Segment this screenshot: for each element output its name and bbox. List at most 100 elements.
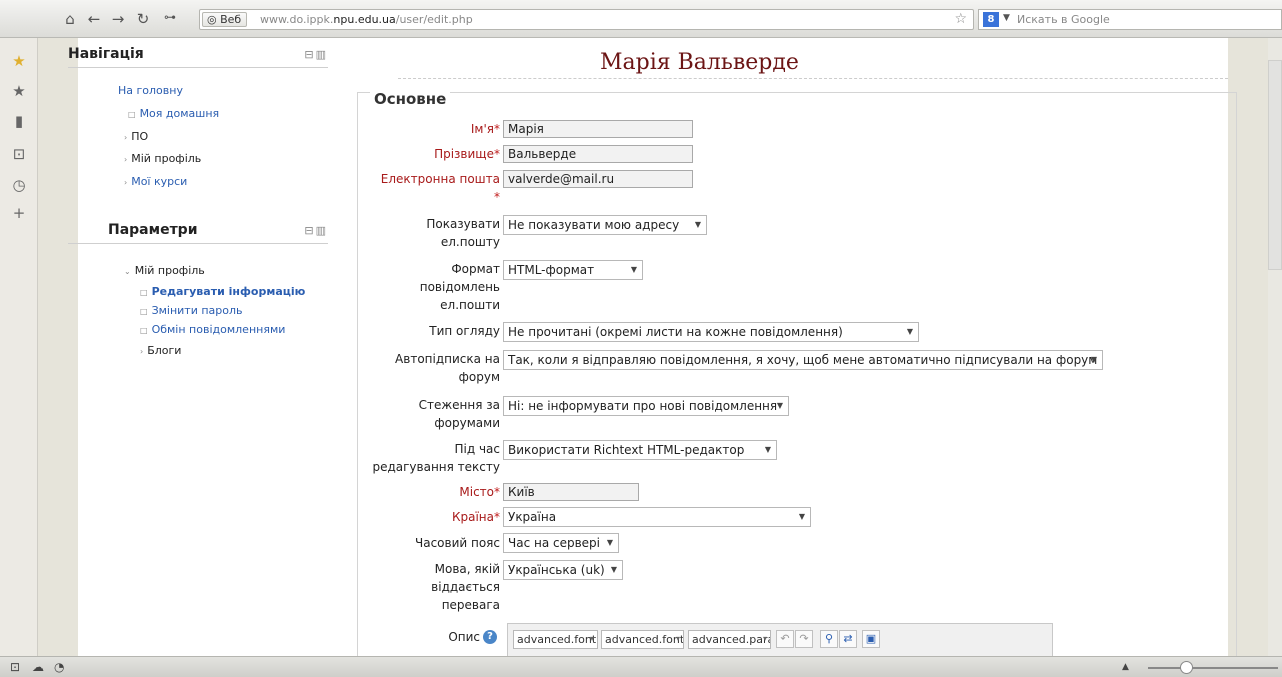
country-select[interactable]: Україна ▼ [503, 507, 811, 527]
chevron-down-icon: ▼ [630, 265, 637, 274]
add-icon[interactable]: + [10, 204, 28, 222]
chevron-down-icon[interactable]: ▼ [1003, 13, 1010, 23]
chevron-right-icon: › [124, 133, 128, 142]
block-controls-icon[interactable]: ⊟▥ [304, 224, 328, 237]
url-text[interactable]: www.do.ippk.npu.edu.ua/user/edit.php [260, 13, 473, 26]
mailformat-label: Формат повідомлень ел.пошти [419, 262, 500, 312]
country-label: Країна* [451, 510, 500, 524]
panel-icon[interactable]: ⊡ [10, 660, 20, 674]
chevron-down-icon: ▼ [610, 565, 617, 574]
settings-block-header: Параметри ⊟▥ [68, 218, 328, 244]
htmleditor-select[interactable]: Використати Richtext HTML-редактор ▼ [503, 440, 777, 460]
help-icon[interactable]: ? [483, 630, 497, 644]
chevron-down-icon: ▼ [906, 327, 913, 336]
search-box[interactable]: 8 ▼ Искать в Google [978, 9, 1282, 30]
description-label: Опис [448, 630, 480, 644]
browser-sidebar: ★ ★ ▮ ⊡ ◷ + [0, 38, 38, 656]
email-input[interactable] [503, 170, 693, 188]
nav-item-my-courses[interactable]: › Мої курси [124, 175, 187, 188]
square-bullet-icon: □ [128, 110, 136, 119]
autosubscribe-label: Автопідписка на форум [395, 352, 500, 384]
mailformat-select[interactable]: HTML-формат ▼ [503, 260, 643, 280]
fullscreen-icon[interactable]: ▣ [862, 630, 880, 648]
maildisplay-select[interactable]: Не показувати мою адресу ▼ [503, 215, 707, 235]
search-engine-icon[interactable]: 8 [983, 12, 999, 27]
required-icon: * [494, 122, 500, 136]
trackforums-select[interactable]: Ні: не інформувати про нові повідомлення… [503, 396, 789, 416]
address-bar[interactable]: ◎ Веб www.do.ippk.npu.edu.ua/user/edit.p… [199, 9, 974, 30]
notes-icon[interactable]: ▮ [10, 112, 28, 130]
page-title: Марія Вальверде [600, 50, 799, 75]
settings-blogs[interactable]: › Блоги [140, 344, 181, 357]
lastname-label: Прізвище* [434, 147, 500, 161]
zoom-out-icon[interactable]: ▲ [1122, 662, 1129, 672]
bookmarks-icon[interactable]: ★ [10, 82, 28, 100]
timezone-select[interactable]: Час на сервері ▼ [503, 533, 619, 553]
forward-icon[interactable]: → [108, 10, 128, 28]
chevron-down-icon: ▾ [762, 634, 767, 643]
chevron-down-icon: ▼ [694, 220, 701, 229]
chevron-down-icon: ▼ [1090, 355, 1097, 364]
scrollbar-thumb[interactable] [1268, 60, 1282, 270]
replace-icon[interactable]: ⇄ [839, 630, 857, 648]
settings-messaging[interactable]: □ Обмін повідомленнями [140, 323, 285, 336]
reload-icon[interactable]: ↻ [133, 10, 153, 28]
cloud-icon[interactable]: ☁ [32, 660, 44, 674]
lastname-input[interactable] [503, 145, 693, 163]
web-tag[interactable]: ◎ Веб [202, 12, 248, 27]
font-size-select[interactable]: advanced.font ▾ [601, 630, 684, 649]
chevron-down-icon: ▼ [776, 401, 783, 410]
chevron-down-icon: ▼ [798, 512, 805, 521]
nav-home-link[interactable]: На головну [118, 84, 183, 97]
history-icon[interactable]: ◷ [10, 176, 28, 194]
city-input[interactable] [503, 483, 639, 501]
back-icon[interactable]: ← [84, 10, 104, 28]
key-icon[interactable]: ⊶ [160, 10, 180, 24]
fieldset-legend[interactable]: Основне [370, 90, 451, 108]
timezone-label: Часовий пояс [414, 536, 500, 550]
settings-title: Параметри [108, 222, 198, 238]
settings-change-password[interactable]: □ Змінити пароль [140, 304, 243, 317]
navigation-block-header: Навігація ⊟▥ [68, 42, 328, 68]
htmleditor-label: Під час редагування тексту [372, 442, 500, 474]
maildigest-select[interactable]: Не прочитані (окремі листи на кожне пові… [503, 322, 919, 342]
required-icon: * [494, 147, 500, 161]
nav-item-my-home[interactable]: □ Моя домашня [128, 107, 219, 120]
nav-item-my-profile[interactable]: › Мій профіль [124, 152, 201, 165]
downloads-icon[interactable]: ⊡ [10, 145, 28, 163]
chevron-down-icon: ⌄ [124, 267, 131, 276]
settings-my-profile[interactable]: ⌄ Мій профіль [124, 264, 205, 277]
block-controls-icon[interactable]: ⊟▥ [304, 48, 328, 61]
zoom-slider-knob[interactable] [1180, 661, 1193, 674]
lang-select[interactable]: Українська (uk) ▼ [503, 560, 623, 580]
find-icon[interactable]: ⚲ [820, 630, 838, 648]
title-divider [398, 78, 1228, 79]
settings-edit-profile[interactable]: □ Редагувати інформацію [140, 285, 305, 298]
font-family-select[interactable]: advanced.font ▾ [513, 630, 598, 649]
firstname-input[interactable] [503, 120, 693, 138]
maildigest-label: Тип огляду [429, 324, 500, 338]
zoom-slider-track[interactable] [1148, 667, 1278, 669]
speed-icon[interactable]: ◔ [54, 660, 64, 674]
chevron-right-icon: › [140, 347, 144, 356]
undo-icon[interactable]: ↶ [776, 630, 794, 648]
bookmark-star-icon[interactable]: ☆ [954, 11, 967, 27]
firstname-label: Ім'я* [470, 122, 500, 136]
paragraph-select[interactable]: advanced.para ▾ [688, 630, 771, 649]
home-icon[interactable]: ⌂ [60, 10, 80, 28]
chevron-right-icon: › [124, 155, 128, 164]
chevron-down-icon: ▼ [606, 538, 613, 547]
maildisplay-label: Показувати ел.пошту [426, 217, 500, 249]
nav-item-po[interactable]: › ПО [124, 130, 148, 143]
trackforums-label: Стеження за форумами [418, 398, 500, 430]
square-bullet-icon: □ [140, 288, 148, 297]
lang-label: Мова, якій віддається перевага [431, 562, 500, 612]
redo-icon[interactable]: ↷ [795, 630, 813, 648]
autosubscribe-select[interactable]: Так, коли я відправляю повідомлення, я х… [503, 350, 1103, 370]
square-bullet-icon: □ [140, 326, 148, 335]
star-icon[interactable]: ★ [10, 52, 28, 70]
chevron-down-icon: ▾ [589, 634, 594, 643]
search-placeholder[interactable]: Искать в Google [1017, 13, 1110, 26]
side-column [78, 38, 368, 656]
browser-toolbar: ⌂ ← → ↻ ⊶ ◎ Веб www.do.ippk.npu.edu.ua/u… [0, 0, 1282, 38]
